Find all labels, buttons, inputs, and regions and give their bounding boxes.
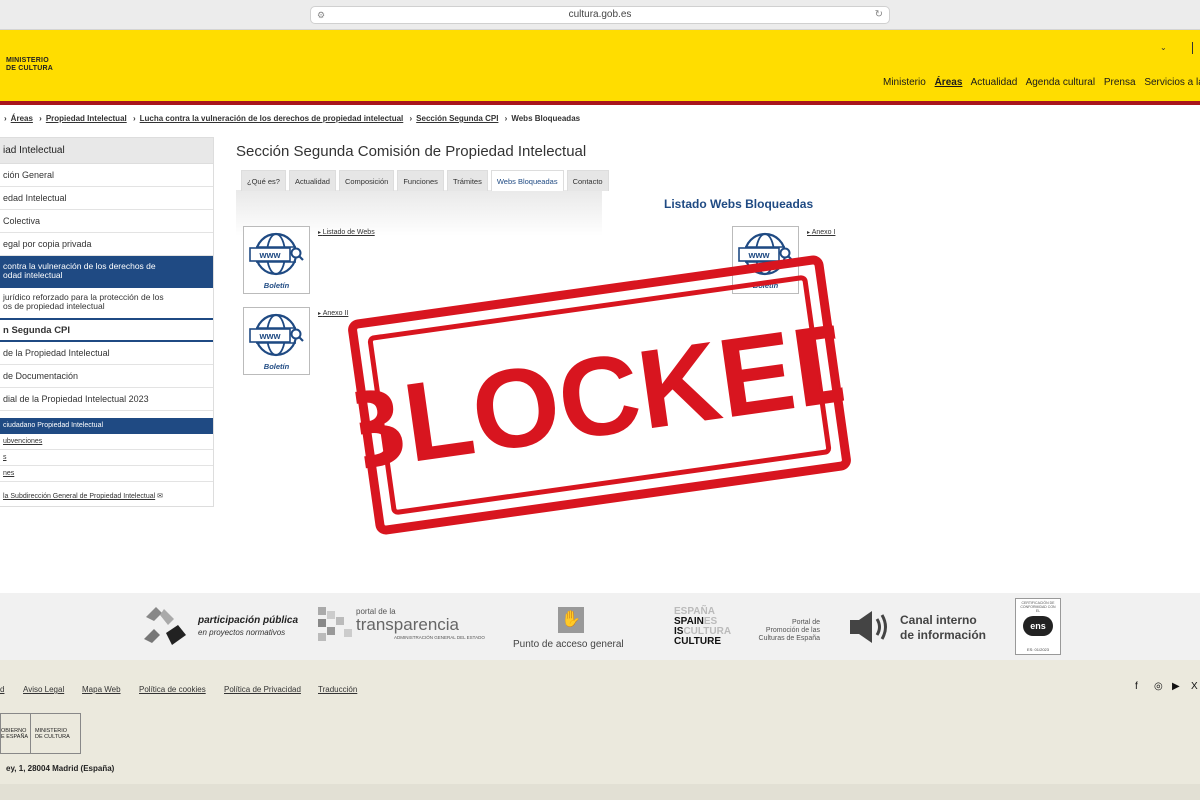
nav-agenda-cultural[interactable]: Agenda cultural bbox=[1026, 77, 1096, 88]
stamp-text: BLOCKED bbox=[345, 296, 854, 497]
tab-actualidad[interactable]: Actualidad bbox=[288, 170, 336, 191]
nav-areas[interactable]: Áreas bbox=[935, 77, 963, 88]
hands-icon bbox=[144, 607, 186, 645]
breadcrumb-areas[interactable]: Áreas bbox=[11, 114, 33, 123]
page-title: Sección Segunda Comisión de Propiedad In… bbox=[236, 143, 587, 160]
youtube-icon[interactable]: ▶ bbox=[1172, 681, 1180, 692]
www-label: www bbox=[258, 250, 281, 260]
portal-transparencia-logo[interactable]: portal de la transparencia ADMINISTRACIÓ… bbox=[318, 607, 485, 647]
sidebar-item[interactable]: Colectiva bbox=[0, 210, 213, 233]
link-listado-webs[interactable]: Listado de Webs bbox=[318, 229, 375, 236]
url-text: cultura.gob.es bbox=[568, 9, 632, 20]
sidebar-subitem[interactable]: jurídico reforzado para la protección de… bbox=[0, 288, 213, 320]
breadcrumb-lucha[interactable]: Lucha contra la vulneración de los derec… bbox=[140, 114, 404, 123]
footer-link-privacidad[interactable]: Política de Privacidad bbox=[224, 685, 301, 694]
www-icon[interactable]: www Boletín bbox=[243, 226, 310, 294]
footer-bottom-bar bbox=[0, 784, 1200, 800]
punto-acceso-logo[interactable]: ✋ Punto de acceso general bbox=[505, 605, 640, 651]
blocked-stamp: BLOCKED bbox=[316, 252, 882, 537]
breadcrumb-seccion[interactable]: Sección Segunda CPI bbox=[416, 114, 498, 123]
www-label: www bbox=[747, 250, 770, 260]
listado-title: Listado Webs Bloqueadas bbox=[664, 197, 814, 211]
speaker-icon bbox=[850, 611, 887, 643]
nav-actualidad[interactable]: Actualidad bbox=[971, 77, 1018, 88]
site-header bbox=[0, 30, 1200, 102]
sidebar-mail-link[interactable]: la Subdirección General de Propiedad Int… bbox=[0, 486, 213, 506]
footer-link-aviso-legal[interactable]: Aviso Legal bbox=[23, 685, 64, 694]
www-icon[interactable]: www Boletín bbox=[243, 307, 310, 375]
pixel-mosaic-icon bbox=[318, 607, 352, 641]
sidebar-item[interactable]: de Documentación bbox=[0, 365, 213, 388]
sidebar: iad Intelectual ción General edad Intele… bbox=[0, 137, 214, 507]
reload-icon[interactable]: ↻ bbox=[875, 7, 883, 23]
address-text: ey, 1, 28004 Madrid (España) bbox=[6, 764, 115, 773]
portal-cultura-text[interactable]: Portal de Promoción de las Culturas de E… bbox=[748, 619, 820, 643]
ens-certification-logo[interactable]: CERTIFICACIÓN DE CONFORMIDAD CON EL ens … bbox=[1015, 598, 1061, 655]
breadcrumb-propiedad[interactable]: Propiedad Intelectual bbox=[46, 114, 127, 123]
link-anexo-i[interactable]: Anexo I bbox=[807, 229, 836, 236]
breadcrumb: › Áreas › Propiedad Intelectual › Lucha con… bbox=[4, 114, 581, 123]
link-anexo-ii[interactable]: Anexo II bbox=[318, 310, 349, 317]
header-accent-line bbox=[0, 101, 1200, 105]
tab-que-es[interactable]: ¿Qué es? bbox=[241, 170, 286, 191]
sidebar-small-item[interactable]: s bbox=[0, 450, 213, 466]
tab-composicion[interactable]: Composición bbox=[338, 170, 395, 191]
nav-ministerio[interactable]: Ministerio bbox=[883, 77, 926, 88]
sidebar-small-item[interactable]: nes bbox=[0, 466, 213, 482]
nav-servicios[interactable]: Servicios a la ci bbox=[1144, 77, 1200, 88]
breadcrumb-current: Webs Bloqueadas bbox=[511, 114, 581, 123]
footer-link-cut[interactable]: d bbox=[0, 685, 4, 694]
www-label: www bbox=[258, 331, 281, 341]
sidebar-item[interactable]: dial de la Propiedad Intelectual 2023 bbox=[0, 388, 213, 411]
sidebar-item-active[interactable]: contra la vulneración de los derechos de… bbox=[0, 256, 213, 288]
hand-touch-icon: ✋ bbox=[558, 607, 584, 633]
facebook-icon[interactable]: f bbox=[1135, 681, 1138, 692]
participacion-publica-logo[interactable]: participación pública en proyectos norma… bbox=[142, 603, 302, 649]
sidebar-item-active-citizen[interactable]: ciudadano Propiedad Intelectual bbox=[0, 418, 213, 434]
footer bbox=[0, 660, 1200, 784]
footer-link-cookies[interactable]: Política de cookies bbox=[139, 685, 206, 694]
canal-interno-logo[interactable]: Canal interno de información bbox=[848, 607, 998, 647]
sidebar-item[interactable]: edad Intelectual bbox=[0, 187, 213, 210]
tab-funciones[interactable]: Funciones bbox=[397, 170, 444, 191]
site-settings-icon[interactable]: ⚙ bbox=[317, 7, 325, 23]
sidebar-item[interactable]: egal por copia privada bbox=[0, 233, 213, 256]
sidebar-item[interactable]: de la Propiedad Intelectual bbox=[0, 342, 213, 365]
tab-bar: ¿Qué es? Actualidad Composición Funcione… bbox=[241, 170, 609, 191]
address-bar[interactable]: ⚙ cultura.gob.es ↻ bbox=[310, 6, 890, 24]
sidebar-small-item[interactable]: ubvenciones bbox=[0, 434, 213, 450]
main-nav: Ministerio Áreas Actualidad Agenda cultu… bbox=[883, 77, 1200, 88]
sidebar-head[interactable]: iad Intelectual bbox=[0, 138, 213, 164]
tab-contacto[interactable]: Contacto bbox=[566, 170, 609, 191]
footer-link-mapa-web[interactable]: Mapa Web bbox=[82, 685, 121, 694]
x-icon[interactable]: X bbox=[1191, 681, 1198, 692]
nav-prensa[interactable]: Prensa bbox=[1104, 77, 1136, 88]
footer-link-traduccion[interactable]: Traducción bbox=[318, 685, 357, 694]
tab-webs-bloqueadas[interactable]: Webs Bloqueadas bbox=[490, 170, 564, 191]
chevron-down-icon[interactable]: ⌄ bbox=[1160, 43, 1167, 52]
card-caption: Boletín bbox=[263, 362, 290, 371]
divider bbox=[1192, 42, 1193, 54]
sidebar-item[interactable]: ción General bbox=[0, 164, 213, 187]
government-logo: OBIERNO E ESPAÑA MINISTERIO DE CULTURA bbox=[0, 713, 81, 754]
mail-icon: ✉ bbox=[157, 493, 163, 500]
tab-tramites[interactable]: Trámites bbox=[446, 170, 488, 191]
browser-toolbar: ⚙ cultura.gob.es ↻ bbox=[0, 0, 1200, 30]
card-caption: Boletín bbox=[263, 281, 290, 290]
instagram-icon[interactable]: ◎ bbox=[1154, 681, 1163, 692]
spain-is-culture-logo[interactable]: ESPAÑA SPAINES ISCULTURA CULTURE bbox=[674, 607, 744, 647]
sidebar-section-title[interactable]: n Segunda CPI bbox=[0, 320, 213, 342]
footer-logos: participación pública en proyectos norma… bbox=[0, 593, 1200, 660]
ministry-logo[interactable]: MINISTERIO DE CULTURA bbox=[6, 57, 53, 73]
